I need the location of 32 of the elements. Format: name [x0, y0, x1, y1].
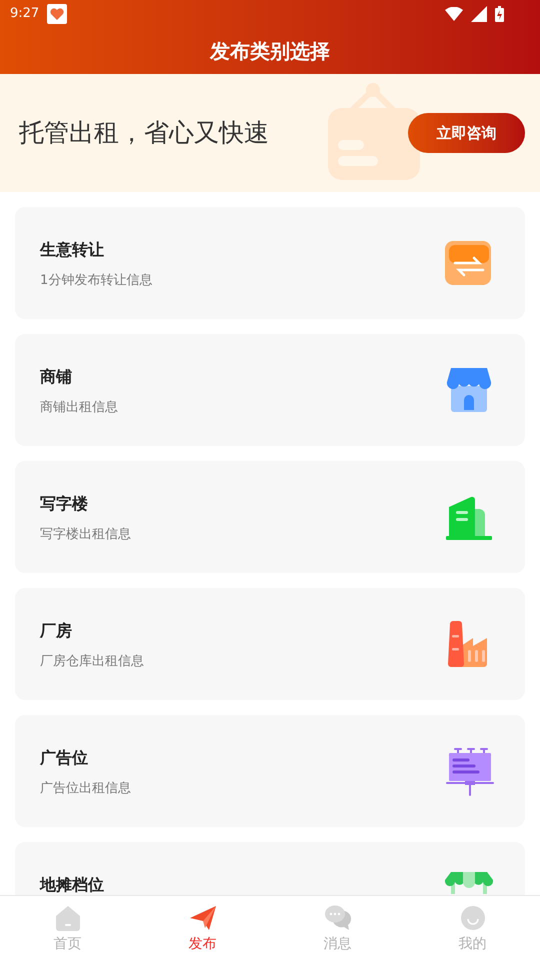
battery-icon — [495, 6, 504, 22]
banner-slogan: 托管出租，省心又快速 — [19, 117, 269, 150]
home-icon — [54, 904, 82, 932]
category-subtitle: 写字楼出租信息 — [40, 526, 132, 544]
category-card[interactable]: 写字楼 写字楼出租信息 — [15, 461, 525, 573]
category-subtitle: 广告位出租信息 — [40, 780, 132, 798]
category-title: 商铺 — [40, 366, 73, 388]
smiley-icon — [458, 904, 486, 932]
tab-item[interactable]: 发布 — [135, 896, 270, 960]
paper-plane-icon — [188, 904, 216, 932]
category-card[interactable]: 广告位 广告位出租信息 — [15, 715, 525, 827]
category-card[interactable]: 生意转让 1分钟发布转让信息 — [15, 207, 525, 319]
category-subtitle: 1分钟发布转让信息 — [40, 272, 154, 290]
billboard-icon — [443, 745, 495, 797]
app-notification-icon — [47, 4, 68, 24]
category-card[interactable]: 厂房 厂房仓库出租信息 — [15, 588, 525, 700]
page-title: 发布类别选择 — [210, 38, 330, 65]
category-title: 地摊档位 — [40, 874, 105, 895]
status-time: 9:27 — [10, 5, 40, 24]
signal-icon — [471, 6, 487, 22]
category-title: 厂房 — [40, 620, 73, 642]
category-card[interactable]: 地摊档位 — [15, 842, 525, 895]
category-card[interactable]: 商铺 商铺出租信息 — [15, 334, 525, 446]
category-subtitle: 厂房仓库出租信息 — [40, 653, 145, 671]
wifi-icon — [445, 7, 463, 21]
signboard-icon — [326, 82, 422, 180]
category-subtitle: 商铺出租信息 — [40, 399, 119, 417]
chat-bubbles-icon — [324, 904, 352, 932]
category-title: 生意转让 — [40, 239, 105, 261]
category-title: 写字楼 — [40, 493, 89, 515]
consult-button[interactable]: 立即咨询 — [408, 113, 525, 153]
category-title: 广告位 — [40, 747, 89, 769]
